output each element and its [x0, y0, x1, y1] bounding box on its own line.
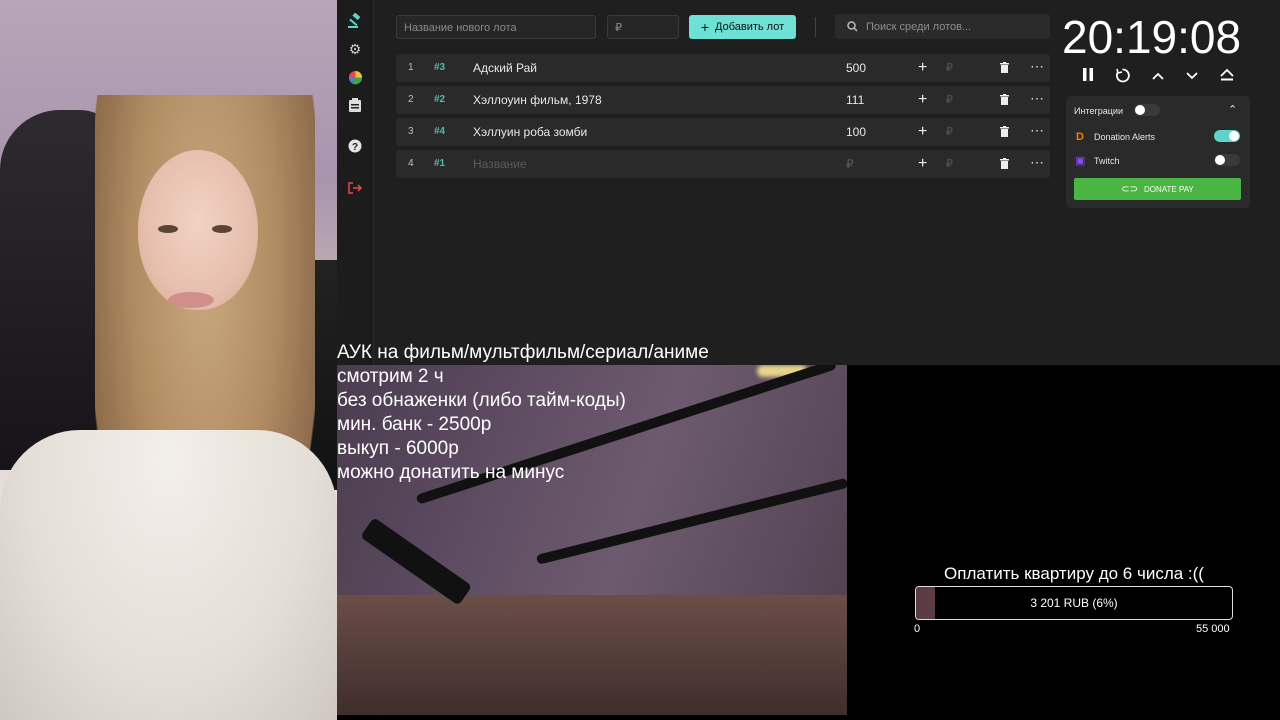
- logout-icon[interactable]: [345, 178, 365, 198]
- search-icon: [847, 21, 858, 32]
- lot-row[interactable]: 2 #2 Хэллоуин фильм, 1978 111 + ₽ ⋯: [396, 86, 1050, 114]
- divider: [815, 17, 816, 37]
- chevron-up-icon[interactable]: ⌃: [1228, 103, 1237, 116]
- microphone: [360, 517, 473, 606]
- lot-name-input[interactable]: Название: [473, 150, 527, 178]
- lot-row[interactable]: 4 #1 Название ₽ + ₽ ⋯: [396, 150, 1050, 178]
- goal-progress-bar: 3 201 RUB (6%): [915, 586, 1233, 620]
- donate-pay-button[interactable]: ⊂⊃ DONATE PAY: [1074, 178, 1241, 200]
- lot-row[interactable]: 1 #3 Адский Рай 500 + ₽ ⋯: [396, 54, 1050, 82]
- twitch-label: Twitch: [1094, 156, 1120, 166]
- rules-line: без обнаженки (либо тайм-коды): [337, 390, 626, 411]
- lot-tag: #1: [434, 158, 446, 169]
- twitch-icon: ▣: [1075, 155, 1086, 167]
- sidebar: ⚙ ?: [337, 0, 374, 365]
- gear-icon[interactable]: ⚙: [345, 39, 365, 59]
- plus-icon: +: [700, 19, 710, 35]
- add-amount-icon[interactable]: +: [918, 150, 927, 178]
- rules-line: мин. банк - 2500р: [337, 414, 492, 435]
- auction-rules: АУК на фильм/мультфильм/сериал/аниме смо…: [337, 341, 709, 485]
- lot-rub-input[interactable]: ₽: [946, 86, 953, 114]
- goal-progress-text: 3 201 RUB (6%): [1030, 596, 1118, 610]
- add-lot-label: Добавить лот: [715, 21, 785, 33]
- pie-chart-icon[interactable]: [345, 67, 365, 87]
- add-amount-icon[interactable]: +: [918, 54, 927, 82]
- trash-icon[interactable]: [1000, 126, 1009, 137]
- lot-tag: #3: [434, 62, 446, 73]
- more-icon[interactable]: ⋯: [1030, 150, 1045, 174]
- lot-amount-input[interactable]: ₽: [607, 15, 679, 39]
- lot-rub-input[interactable]: ₽: [946, 118, 953, 146]
- lot-tag: #2: [434, 94, 446, 105]
- lot-search[interactable]: Поиск среди лотов...: [835, 14, 1050, 39]
- add-amount-icon[interactable]: +: [918, 86, 927, 114]
- lot-rub-input[interactable]: ₽: [946, 54, 953, 82]
- donation-alerts-toggle[interactable]: [1214, 130, 1240, 142]
- lot-amount-input[interactable]: ₽: [846, 150, 854, 178]
- goal-min: 0: [914, 623, 921, 635]
- lot-name[interactable]: Хэллоуин фильм, 1978: [473, 86, 602, 114]
- lot-index: 2: [408, 94, 414, 105]
- trash-icon[interactable]: [1000, 62, 1009, 73]
- search-placeholder: Поиск среди лотов...: [866, 20, 972, 33]
- mic-arm-lower: [535, 477, 847, 565]
- lot-amount[interactable]: 500: [846, 54, 866, 82]
- auction-timer: 20:19:08: [1062, 11, 1242, 63]
- integrations-title: Интеграции: [1074, 106, 1123, 116]
- more-icon[interactable]: ⋯: [1030, 118, 1045, 142]
- add-amount-icon[interactable]: +: [918, 118, 927, 146]
- integrations-toggle[interactable]: [1134, 104, 1160, 116]
- rules-line: выкуп - 6000р: [337, 438, 459, 459]
- lot-amount[interactable]: 111: [846, 86, 864, 114]
- lot-index: 3: [408, 126, 414, 137]
- pause-icon[interactable]: [1082, 68, 1094, 85]
- rules-line: АУК на фильм/мультфильм/сериал/аниме: [337, 342, 709, 363]
- eye-right: [212, 225, 232, 233]
- lot-tag: #4: [434, 126, 446, 137]
- help-icon[interactable]: ?: [345, 136, 365, 156]
- chevron-up-icon[interactable]: [1152, 68, 1164, 85]
- sweater: [0, 430, 337, 720]
- streamer-face: [138, 150, 258, 310]
- floor: [337, 595, 847, 715]
- goal-max: 55 000: [1196, 623, 1230, 635]
- twitch-toggle[interactable]: [1214, 154, 1240, 166]
- trash-icon[interactable]: [1000, 94, 1009, 105]
- lot-name[interactable]: Хэллуин роба зомби: [473, 118, 587, 146]
- gavel-icon[interactable]: [345, 11, 365, 31]
- lips: [168, 292, 214, 308]
- add-lot-button[interactable]: + Добавить лот: [689, 15, 796, 39]
- lot-row[interactable]: 3 #4 Хэллуин роба зомби 100 + ₽ ⋯: [396, 118, 1050, 146]
- svg-text:?: ?: [352, 142, 358, 153]
- donate-pay-label: DONATE PAY: [1143, 184, 1194, 194]
- link-icon: ⊂⊃: [1121, 183, 1138, 195]
- eject-icon[interactable]: [1220, 68, 1234, 85]
- donation-alerts-icon: D: [1076, 131, 1084, 143]
- lot-index: 4: [408, 158, 414, 169]
- lot-name[interactable]: Адский Рай: [473, 54, 537, 82]
- goal-area: [847, 365, 1280, 720]
- goal-title: Оплатить квартиру до 6 числа :((: [944, 564, 1204, 583]
- rules-line: можно донатить на минус: [337, 462, 565, 483]
- more-icon[interactable]: ⋯: [1030, 86, 1045, 110]
- webcam-feed: [0, 0, 337, 720]
- lot-index: 1: [408, 62, 414, 73]
- lot-amount[interactable]: 100: [846, 118, 866, 146]
- eye-left: [158, 225, 178, 233]
- reset-icon[interactable]: [1115, 68, 1130, 87]
- more-icon[interactable]: ⋯: [1030, 54, 1045, 78]
- new-lot-input[interactable]: Название нового лота: [396, 15, 596, 39]
- chevron-down-icon[interactable]: [1186, 68, 1198, 85]
- trash-icon[interactable]: [1000, 158, 1009, 169]
- lot-rub-input[interactable]: ₽: [946, 150, 953, 178]
- clipboard-icon[interactable]: [345, 95, 365, 115]
- donation-alerts-label: Donation Alerts: [1094, 132, 1156, 142]
- integrations-panel: Интеграции ⌃ D Donation Alerts ▣ Twitch …: [1066, 96, 1250, 208]
- rules-line: смотрим 2 ч: [337, 366, 444, 387]
